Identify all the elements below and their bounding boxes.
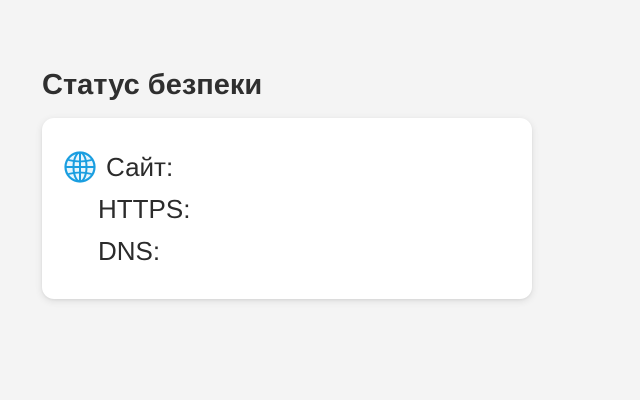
section-title: Статус безпеки [42,69,263,101]
https-status-row: HTTPS: [98,192,190,226]
security-status-card: Сайт: HTTPS: DNS: [42,118,532,299]
https-label: HTTPS: [98,194,191,224]
site-status-row: Сайт: [64,150,173,184]
dns-status-row: DNS: [98,234,160,268]
site-label: Сайт: [106,152,174,182]
dns-label: DNS: [98,236,161,266]
globe-icon [64,151,96,183]
